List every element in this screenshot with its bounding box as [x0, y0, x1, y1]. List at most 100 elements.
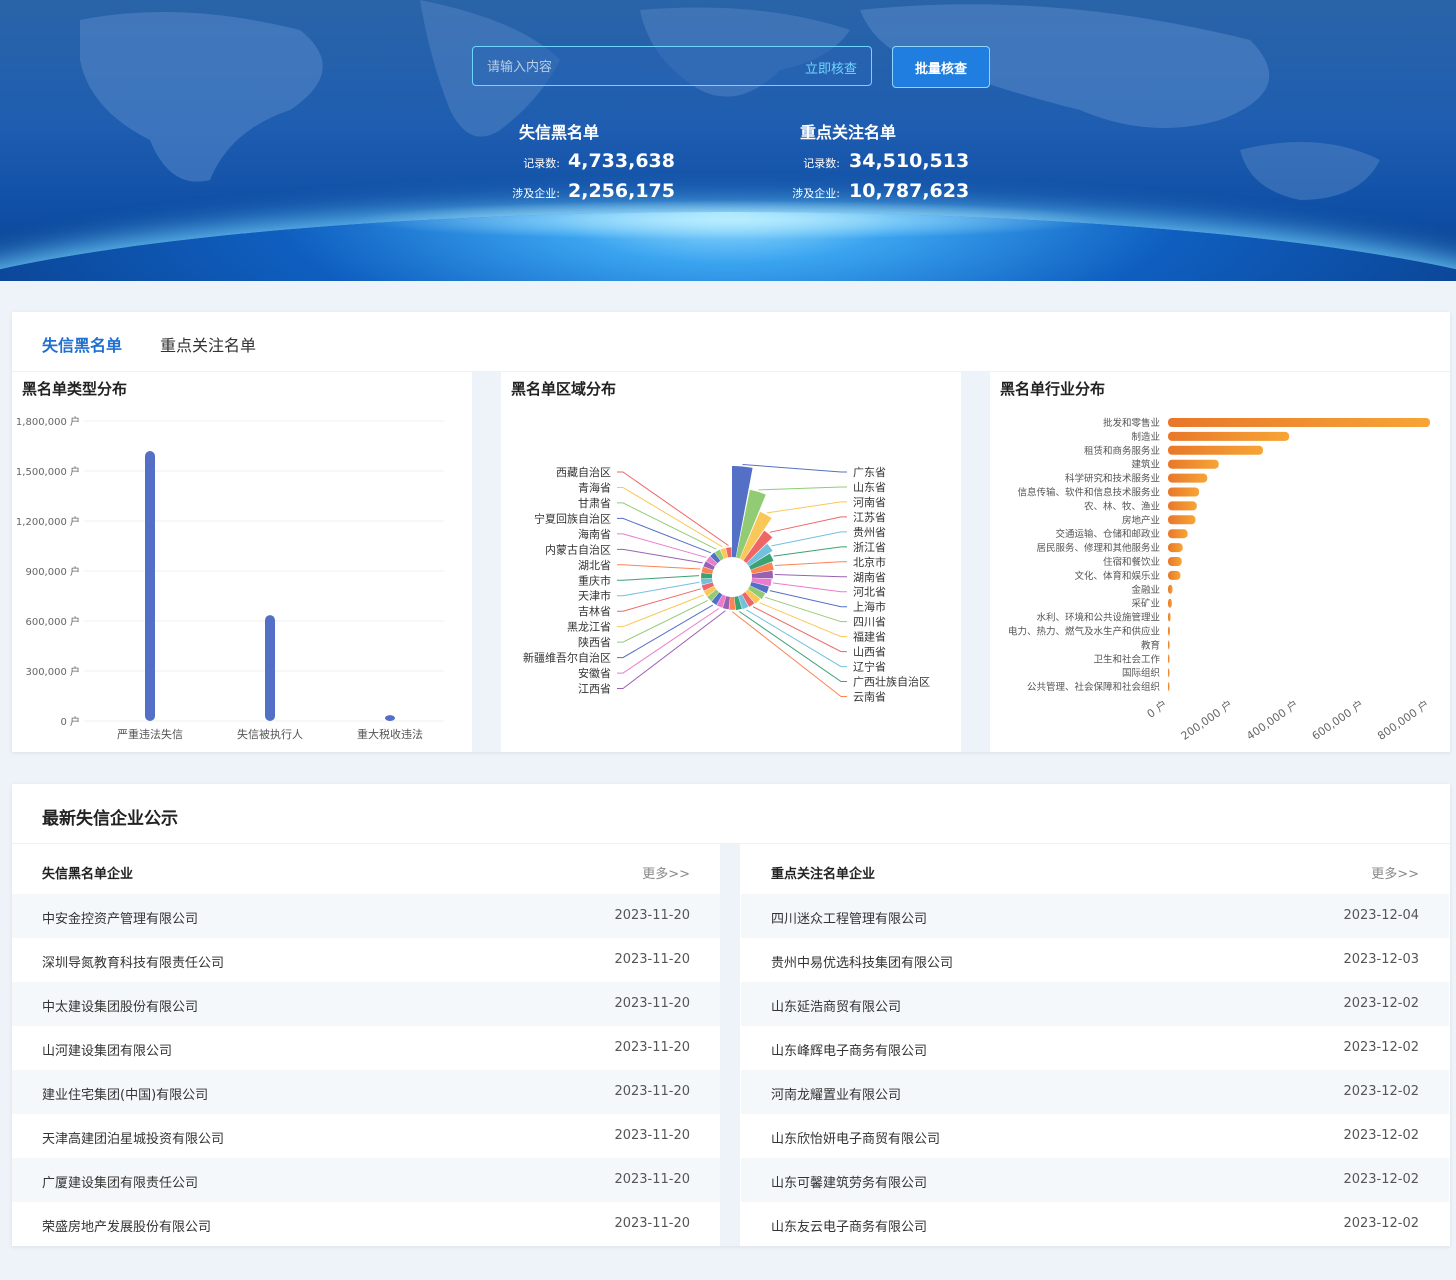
x-tick-label: 400,000 户: [1244, 697, 1301, 743]
company-name[interactable]: 山东可馨建筑劳务有限公司: [771, 1172, 927, 1191]
stat-records-value: 4,733,638: [568, 150, 675, 172]
stat-companies-value: 2,256,175: [568, 180, 675, 202]
slice-label: 上海市: [853, 600, 886, 614]
list-heading: 失信黑名单企业: [42, 867, 134, 882]
list-item[interactable]: 山东可馨建筑劳务有限公司 2023-12-02: [741, 1158, 1449, 1202]
slice-label: 云南省: [853, 691, 886, 704]
slice-label: 新疆维吾尔自治区: [523, 651, 611, 665]
publish-date: 2023-11-20: [614, 1084, 690, 1099]
search-input[interactable]: [487, 56, 787, 78]
stat-companies-label: 涉及企业:: [792, 187, 840, 200]
company-name[interactable]: 建业住宅集团(中国)有限公司: [42, 1084, 208, 1103]
label-leader-line: [769, 516, 847, 533]
chart-divider: [961, 372, 990, 752]
list-header: 失信黑名单企业 更多>>: [12, 844, 720, 894]
company-name[interactable]: 四川迷众工程管理有限公司: [771, 908, 927, 927]
region-pie-chart: 广东省山东省河南省江苏省贵州省浙江省北京市湖南省河北省上海市四川省福建省山西省辽…: [523, 463, 930, 704]
x-tick-label: 800,000 户: [1375, 697, 1432, 743]
bar: [385, 715, 395, 721]
list-item[interactable]: 广厦建设集团有限责任公司 2023-11-20: [12, 1158, 720, 1202]
list-item[interactable]: 河南龙耀置业有限公司 2023-12-02: [741, 1070, 1449, 1114]
company-name[interactable]: 山东峰辉电子商务有限公司: [771, 1040, 927, 1059]
company-name[interactable]: 山东延浩商贸有限公司: [771, 996, 901, 1015]
publish-date: 2023-11-20: [614, 1216, 690, 1231]
y-tick-label: 科学研究和技术服务业: [1065, 473, 1160, 485]
list-item[interactable]: 四川迷众工程管理有限公司 2023-12-04: [741, 894, 1449, 938]
list-item[interactable]: 荣盛房地产发展股份有限公司 2023-11-20: [12, 1202, 720, 1246]
bar: [1168, 473, 1208, 483]
company-name[interactable]: 天津高建团泊星城投资有限公司: [42, 1128, 224, 1147]
list-item[interactable]: 山东欣怡妍电子商贸有限公司 2023-12-02: [741, 1114, 1449, 1158]
y-tick-label: 房地产业: [1122, 514, 1160, 526]
y-tick-label: 公共管理、社会保障和社会组织: [1027, 681, 1160, 693]
company-name[interactable]: 广厦建设集团有限责任公司: [42, 1172, 198, 1191]
x-tick-label: 600,000 户: [1309, 697, 1366, 743]
y-tick-label: 教育: [1141, 639, 1160, 651]
world-map-decoration: [0, 0, 1456, 234]
slice-label: 福建省: [853, 630, 886, 644]
slice-label: 四川省: [853, 616, 886, 629]
list-header: 重点关注名单企业 更多>>: [741, 844, 1449, 894]
slice-label: 贵州省: [853, 526, 886, 539]
publish-date: 2023-11-20: [614, 908, 690, 923]
slice-label: 重庆市: [578, 573, 611, 587]
label-leader-line: [617, 548, 703, 564]
publish-date: 2023-12-02: [1343, 1128, 1419, 1143]
chart-divider: [472, 372, 501, 752]
y-tick-label: 1,500,000 户: [16, 465, 80, 478]
company-name[interactable]: 荣盛房地产发展股份有限公司: [42, 1216, 211, 1235]
publish-date: 2023-11-20: [614, 1128, 690, 1143]
list-item[interactable]: 天津高建团泊星城投资有限公司 2023-11-20: [12, 1114, 720, 1158]
stat-companies-label: 涉及企业:: [512, 187, 560, 200]
stat-records-value: 34,510,513: [849, 150, 970, 172]
slice-label: 江苏省: [853, 511, 886, 524]
more-link[interactable]: 更多>>: [642, 863, 690, 882]
y-tick-label: 300,000 户: [25, 665, 80, 678]
list-item[interactable]: 山东峰辉电子商务有限公司 2023-12-02: [741, 1026, 1449, 1070]
bar: [1168, 529, 1188, 539]
company-name[interactable]: 山河建设集团有限公司: [42, 1040, 172, 1059]
y-tick-label: 文化、体育和娱乐业: [1074, 570, 1160, 582]
list-item[interactable]: 中安金控资产管理有限公司 2023-11-20: [12, 894, 720, 938]
list-item[interactable]: 贵州中易优选科技集团有限公司 2023-12-03: [741, 938, 1449, 982]
verify-now-link[interactable]: 立即核查: [805, 58, 857, 77]
company-name[interactable]: 山东欣怡妍电子商贸有限公司: [771, 1128, 940, 1147]
list-item[interactable]: 山东友云电子商务有限公司 2023-12-02: [741, 1202, 1449, 1246]
batch-verify-button[interactable]: 批量核查: [892, 46, 990, 88]
company-name[interactable]: 中安金控资产管理有限公司: [42, 908, 198, 927]
company-name[interactable]: 河南龙耀置业有限公司: [771, 1084, 901, 1103]
type-chart-title: 黑名单类型分布: [22, 380, 128, 398]
list-item[interactable]: 山东延浩商贸有限公司 2023-12-02: [741, 982, 1449, 1026]
publish-date: 2023-12-02: [1343, 1216, 1419, 1231]
label-leader-line: [758, 486, 847, 491]
tab-watchlist[interactable]: 重点关注名单: [160, 332, 256, 356]
slice-label: 宁夏回族自治区: [534, 511, 611, 525]
y-tick-label: 1,200,000 户: [16, 515, 80, 528]
slice-label: 山西省: [853, 646, 886, 659]
label-leader-line: [774, 573, 847, 578]
company-name[interactable]: 贵州中易优选科技集团有限公司: [771, 952, 953, 971]
company-name[interactable]: 深圳导氮教育科技有限责任公司: [42, 952, 224, 971]
y-tick-label: 1,800,000 户: [16, 415, 80, 428]
more-link[interactable]: 更多>>: [1371, 863, 1419, 882]
stat-records-label: 记录数:: [803, 157, 840, 170]
region-chart-card: 广东省 山东省 河南省 江苏省 贵州省 浙江省 北京市 湖南省 河北省 上海市 四川省 福建省 山西省辽…: [501, 372, 961, 752]
company-name[interactable]: 中太建设集团股份有限公司: [42, 996, 198, 1015]
list-item[interactable]: 建业住宅集团(中国)有限公司 2023-11-20: [12, 1070, 720, 1114]
list-item[interactable]: 深圳导氮教育科技有限责任公司 2023-11-20: [12, 938, 720, 982]
tab-blacklist[interactable]: 失信黑名单: [42, 332, 122, 356]
slice-label: 青海省: [578, 480, 611, 494]
slice-label: 海南省: [578, 527, 611, 541]
list-heading: 重点关注名单企业: [771, 867, 876, 882]
label-leader-line: [773, 582, 847, 593]
y-tick-label: 建筑业: [1131, 459, 1160, 471]
hero-banner: [0, 0, 1456, 281]
y-tick-label: 租赁和商务服务业: [1084, 445, 1160, 457]
list-item[interactable]: 中太建设集团股份有限公司 2023-11-20: [12, 982, 720, 1026]
list-item[interactable]: 山河建设集团有限公司 2023-11-20: [12, 1026, 720, 1070]
label-leader-line: [617, 594, 704, 628]
bar: [1168, 445, 1263, 455]
company-name[interactable]: 山东友云电子商务有限公司: [771, 1216, 927, 1235]
publish-date: 2023-12-03: [1343, 952, 1419, 967]
slice-label: 黑龙江省: [567, 621, 611, 634]
